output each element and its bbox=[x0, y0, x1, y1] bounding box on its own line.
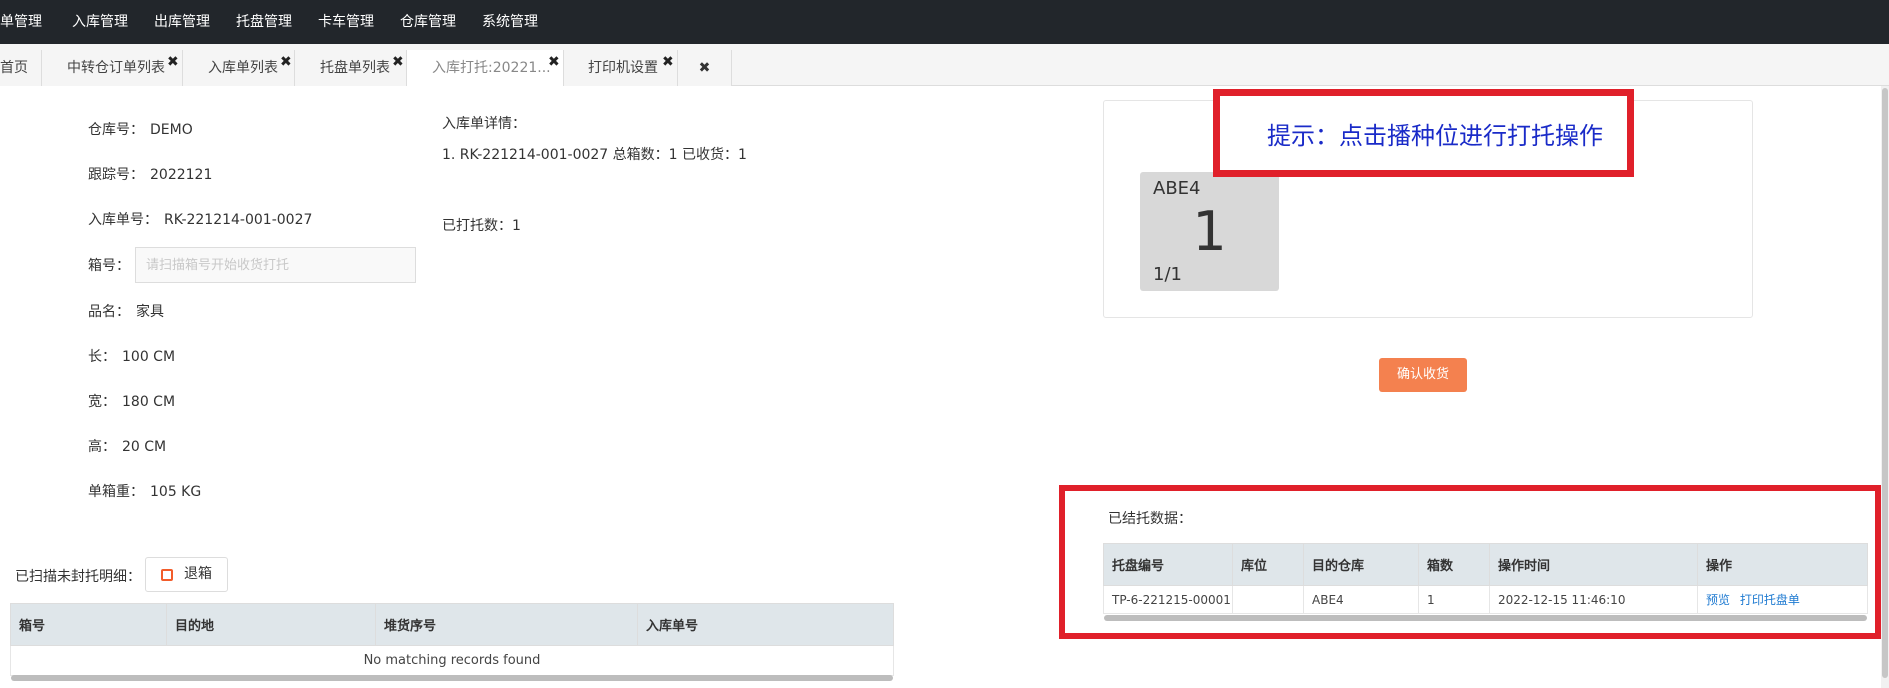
width-field: 宽： 180 CM bbox=[88, 391, 175, 411]
column-header[interactable]: 目的地 bbox=[166, 603, 376, 646]
tracking-field: 跟踪号： 2022121 bbox=[88, 164, 212, 184]
tracking-label: 跟踪号： bbox=[88, 167, 144, 183]
close-icon[interactable]: ✖ bbox=[280, 44, 292, 80]
length-value: 100 CM bbox=[122, 349, 176, 365]
pallet-id: TP-6-221215-00001 bbox=[1103, 585, 1233, 614]
nav-item-truck[interactable]: 卡车管理 bbox=[318, 0, 374, 44]
inbound-details-title: 入库单详情： bbox=[442, 116, 526, 132]
hint-callout: 提示：点击播种位进行打托操作 bbox=[1213, 89, 1634, 177]
table-row: TP-6-221215-00001 ABE4 1 2022-12-15 11:4… bbox=[1103, 585, 1868, 614]
tab-bar: 首页 中转仓订单列表 ✖ 入库单列表 ✖ 托盘单列表 ✖ 入库打托:20221.… bbox=[0, 44, 1889, 86]
inbound-number-value: RK-221214-001-0027 bbox=[164, 212, 313, 228]
weight-field: 单箱重： 105 KG bbox=[88, 481, 201, 501]
inbound-number-field: 入库单号： RK-221214-001-0027 bbox=[88, 209, 312, 229]
box-number-label: 箱号： bbox=[88, 258, 130, 274]
tab-pallet-list[interactable]: 托盘单列表 ✖ bbox=[295, 50, 407, 86]
pallet-time: 2022-12-15 11:46:10 bbox=[1489, 585, 1698, 614]
column-header[interactable]: 入库单号 bbox=[637, 603, 894, 646]
slot-code: ABE4 bbox=[1153, 178, 1201, 199]
tab-label: 首页 bbox=[0, 60, 28, 76]
product-label: 品名： bbox=[88, 304, 130, 320]
pallet-data-title: 已结托数据： bbox=[1108, 511, 1192, 527]
column-header[interactable]: 箱数 bbox=[1418, 543, 1490, 586]
preview-link[interactable]: 预览 bbox=[1706, 593, 1730, 607]
nav-item-outbound[interactable]: 出库管理 bbox=[154, 0, 210, 44]
tab-home[interactable]: 首页 bbox=[0, 50, 42, 86]
scanned-title: 已扫描未封托明细： bbox=[15, 569, 141, 585]
tab-label: 打印机设置 bbox=[588, 60, 658, 76]
return-box-button[interactable]: 退箱 bbox=[145, 557, 228, 592]
column-header[interactable]: 操作时间 bbox=[1489, 543, 1698, 586]
tab-label: 入库打托:20221... bbox=[432, 60, 551, 76]
pallet-boxes: 1 bbox=[1418, 585, 1490, 614]
weight-value: 105 KG bbox=[150, 484, 202, 500]
tracking-value: 2022121 bbox=[150, 167, 213, 183]
trash-icon bbox=[161, 569, 173, 581]
width-label: 宽： bbox=[88, 394, 116, 410]
scanned-table-scrollbar[interactable] bbox=[11, 675, 893, 681]
close-icon[interactable]: ✖ bbox=[167, 44, 179, 80]
top-navbar: 单管理 入库管理 出库管理 托盘管理 卡车管理 仓库管理 系统管理 bbox=[0, 0, 1889, 44]
tab-inbound-list[interactable]: 入库单列表 ✖ bbox=[183, 50, 295, 86]
warehouse-label: 仓库号： bbox=[88, 122, 144, 138]
empty-message: No matching records found bbox=[10, 645, 894, 676]
pallet-table: 托盘编号 库位 目的仓库 箱数 操作时间 操作 TP-6-221215-0000… bbox=[1103, 543, 1868, 614]
page-scrollbar[interactable] bbox=[1881, 86, 1889, 688]
product-field: 品名： 家具 bbox=[88, 301, 164, 321]
slot-count: 1 bbox=[1192, 200, 1227, 263]
column-header[interactable]: 托盘编号 bbox=[1103, 543, 1233, 586]
tab-inbound-palletize[interactable]: 入库打托:20221... ✖ bbox=[407, 50, 564, 86]
tab-label: 托盘单列表 bbox=[320, 60, 390, 76]
height-field: 高： 20 CM bbox=[88, 436, 166, 456]
weight-label: 单箱重： bbox=[88, 484, 144, 500]
close-icon[interactable]: ✖ bbox=[392, 44, 404, 80]
column-header[interactable]: 堆货序号 bbox=[375, 603, 638, 646]
scanned-table: 箱号 目的地 堆货序号 入库单号 No matching records fou… bbox=[10, 603, 894, 676]
scrollbar-thumb[interactable] bbox=[1882, 88, 1888, 678]
hint-text: 提示：点击播种位进行打托操作 bbox=[1267, 122, 1603, 150]
pallet-destination: ABE4 bbox=[1303, 585, 1419, 614]
warehouse-field: 仓库号： DEMO bbox=[88, 119, 193, 139]
column-header[interactable]: 目的仓库 bbox=[1303, 543, 1419, 586]
close-icon[interactable]: ✖ bbox=[662, 44, 674, 80]
nav-item-system[interactable]: 系统管理 bbox=[482, 0, 538, 44]
tab-printer-settings[interactable]: 打印机设置 ✖ bbox=[564, 50, 678, 86]
tab-label: 入库单列表 bbox=[208, 60, 278, 76]
height-value: 20 CM bbox=[122, 439, 167, 455]
confirm-receipt-button[interactable]: 确认收货 bbox=[1379, 358, 1467, 392]
nav-item-orders[interactable]: 单管理 bbox=[0, 0, 42, 44]
print-pallet-link[interactable]: 打印托盘单 bbox=[1740, 593, 1800, 607]
tab-transfer-orders[interactable]: 中转仓订单列表 ✖ bbox=[42, 50, 183, 86]
close-icon[interactable]: ✖ bbox=[548, 44, 560, 80]
return-box-label: 退箱 bbox=[184, 566, 212, 582]
close-icon: ✖ bbox=[698, 60, 711, 76]
slot-fraction: 1/1 bbox=[1153, 264, 1182, 285]
height-label: 高： bbox=[88, 439, 116, 455]
pallet-table-scrollbar[interactable] bbox=[1104, 615, 1867, 621]
pallet-actions: 预览 打印托盘单 bbox=[1697, 585, 1868, 614]
box-number-input[interactable] bbox=[135, 247, 416, 283]
length-label: 长： bbox=[88, 349, 116, 365]
pallet-count: 已打托数：1 bbox=[442, 218, 521, 234]
column-header[interactable]: 操作 bbox=[1697, 543, 1868, 586]
column-header[interactable]: 箱号 bbox=[10, 603, 167, 646]
inbound-number-label: 入库单号： bbox=[88, 212, 158, 228]
nav-item-inbound[interactable]: 入库管理 bbox=[72, 0, 128, 44]
product-value: 家具 bbox=[136, 304, 164, 320]
slot-card[interactable]: ABE4 1 1/1 bbox=[1140, 172, 1279, 291]
column-header[interactable]: 库位 bbox=[1232, 543, 1304, 586]
nav-item-warehouse[interactable]: 仓库管理 bbox=[400, 0, 456, 44]
pallet-location bbox=[1232, 585, 1304, 614]
tab-label: 中转仓订单列表 bbox=[67, 60, 165, 76]
length-field: 长： 100 CM bbox=[88, 346, 175, 366]
width-value: 180 CM bbox=[122, 394, 176, 410]
warehouse-value: DEMO bbox=[150, 122, 193, 138]
nav-item-pallet[interactable]: 托盘管理 bbox=[236, 0, 292, 44]
inbound-details-line: 1. RK-221214-001-0027 总箱数：1 已收货：1 bbox=[442, 147, 747, 163]
close-all-tabs-button[interactable]: ✖ bbox=[678, 50, 732, 86]
table-row: No matching records found bbox=[10, 645, 894, 676]
